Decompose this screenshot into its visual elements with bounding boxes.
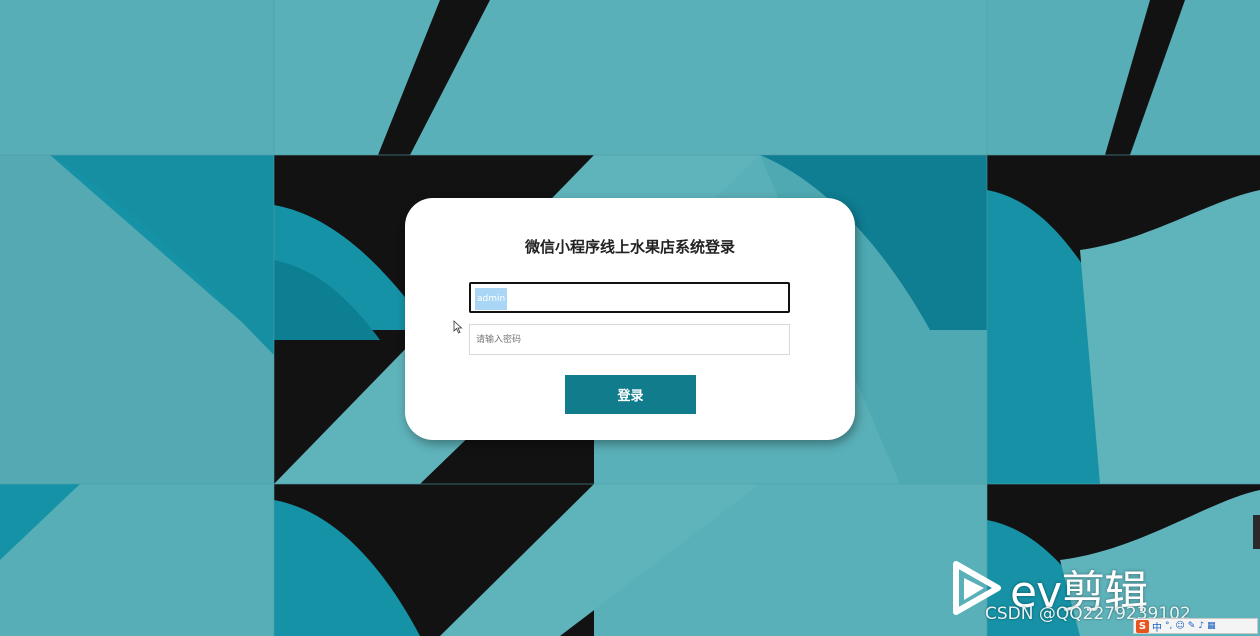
password-input[interactable] bbox=[469, 324, 790, 355]
login-title: 微信小程序线上水果店系统登录 bbox=[524, 238, 735, 256]
ime-mode-label[interactable]: 中 bbox=[1152, 619, 1162, 634]
username-value: admin bbox=[475, 288, 508, 310]
grid-menu-icon[interactable]: ▦ bbox=[1207, 621, 1216, 631]
emoji-icon[interactable]: ☺ bbox=[1175, 621, 1184, 631]
tools-icon[interactable]: ✎ bbox=[1188, 621, 1196, 631]
login-card: 微信小程序线上水果店系统登录 admin 登录 bbox=[405, 198, 855, 440]
username-input[interactable]: admin bbox=[469, 282, 790, 313]
sogou-logo-icon: S bbox=[1136, 619, 1149, 633]
mouse-cursor-icon bbox=[453, 319, 463, 338]
login-button[interactable]: 登录 bbox=[565, 375, 696, 414]
punctuation-icon[interactable]: °, bbox=[1165, 621, 1172, 631]
microphone-icon[interactable]: ♪ bbox=[1198, 621, 1204, 631]
ime-toolbar[interactable]: S 中 °, ☺ ✎ ♪ ▦ bbox=[1133, 618, 1258, 634]
